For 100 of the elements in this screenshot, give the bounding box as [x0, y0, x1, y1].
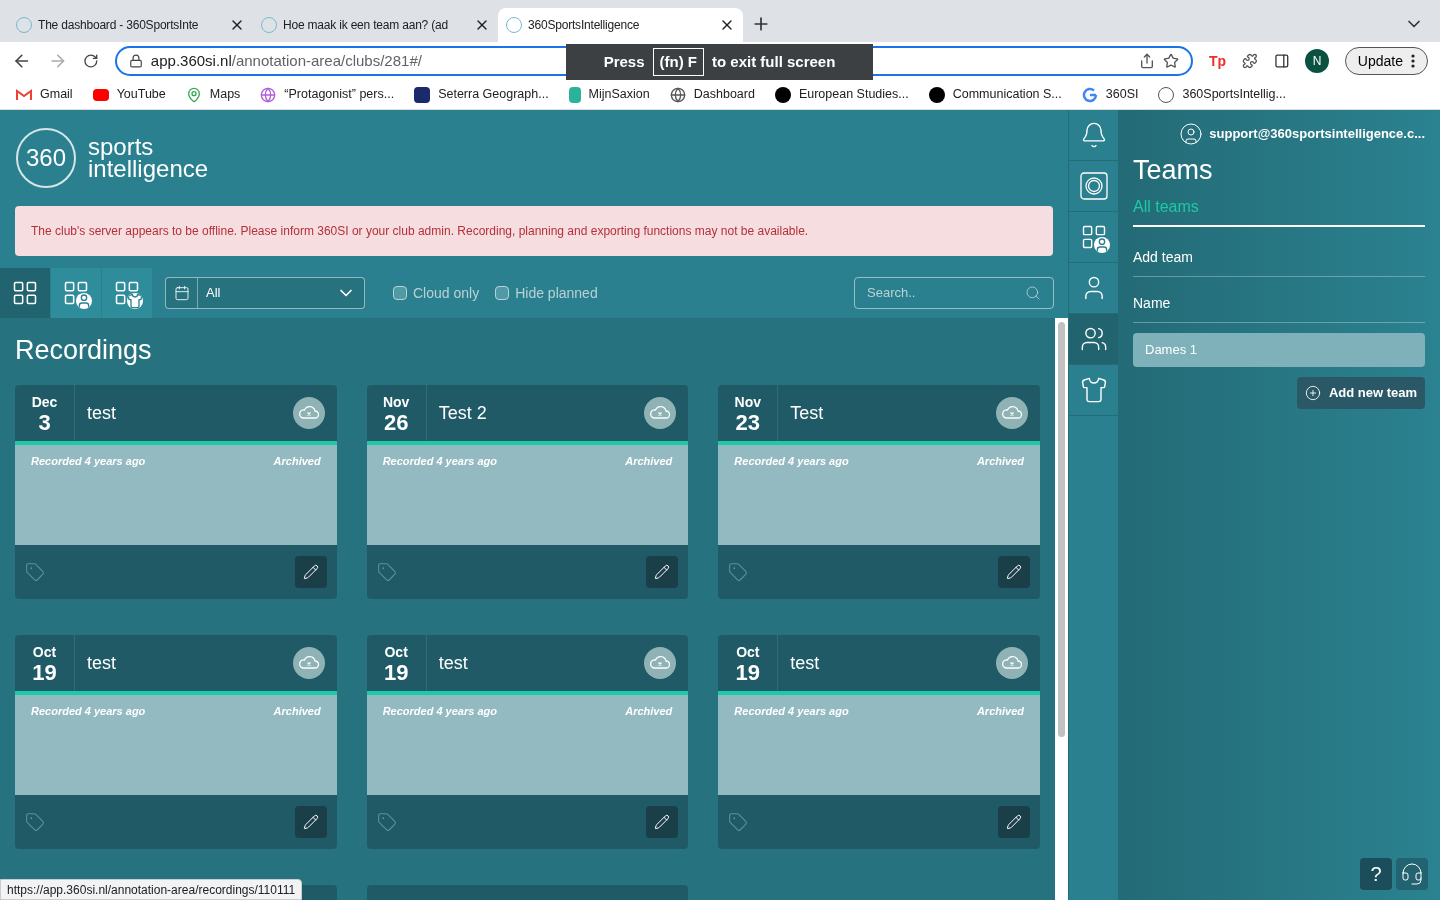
bookmark-link[interactable]: 360SI [1081, 85, 1139, 104]
tag-icon [25, 561, 45, 582]
view-toggle-button[interactable] [102, 268, 152, 318]
recording-card[interactable]: Dec 3 test Recorded 4 years ago Archived [15, 384, 337, 599]
grid-person-icon [62, 279, 90, 307]
cloud-offline-icon [996, 396, 1028, 429]
recording-card[interactable]: Oct 19 test Recorded 4 years ago Archived [15, 634, 337, 849]
recorded-time: Recorded 4 years ago [382, 703, 497, 719]
edit-button[interactable] [294, 805, 327, 838]
archive-status: Archived [625, 453, 673, 469]
bookmark-link[interactable]: Maps [185, 85, 241, 104]
bookmark-link[interactable]: YouTube [92, 85, 166, 104]
site-icon [414, 86, 431, 103]
reload-icon[interactable] [83, 53, 99, 69]
bookmark-link[interactable]: “Protagonist” pers... [260, 85, 395, 104]
add-new-team-button[interactable]: Add new team [1296, 376, 1425, 409]
browser-tab[interactable]: The dashboard - 360SportsInte [8, 8, 253, 42]
extension-logo[interactable]: Tp [1208, 51, 1226, 71]
search-engine-icon [1081, 86, 1098, 103]
tab-title: Hoe maak ik een team aan? (ad [283, 17, 449, 34]
cloud-offline-icon [644, 396, 677, 429]
date-day: 19 [32, 661, 57, 684]
pencil-icon [1006, 813, 1022, 830]
tag-icon [376, 561, 397, 582]
field-label: Name [1133, 292, 1425, 323]
user-email[interactable]: support@360sportsintelligence.c... [1209, 124, 1425, 144]
checkbox-label: Cloud only [413, 283, 480, 303]
bookmark-link[interactable]: European Studies... [774, 85, 909, 104]
period-select[interactable]: All [165, 277, 365, 309]
date-day: 19 [383, 661, 409, 684]
scrollbar-thumb[interactable] [1058, 322, 1065, 737]
browser-tab[interactable]: Hoe maak ik een team aan? (ad [253, 8, 498, 42]
filter-checkbox[interactable] [393, 286, 407, 300]
tag-icon [25, 811, 45, 832]
update-button[interactable]: Update [1344, 47, 1428, 75]
pencil-icon [302, 563, 319, 580]
filter-checkbox[interactable] [495, 286, 510, 300]
edit-button[interactable] [646, 805, 679, 838]
cloud-offline-icon [292, 646, 325, 679]
section-heading: Recordings [15, 334, 153, 367]
toast-text: Press [603, 51, 645, 72]
toast-text: to exit full screen [712, 51, 836, 72]
side-panel-icon[interactable] [1273, 53, 1290, 69]
recording-title: test [87, 651, 116, 675]
date-day: 26 [383, 411, 409, 434]
recording-card[interactable]: Oct 19 test Recorded 4 years ago Archived [366, 634, 689, 849]
recording-title: test [438, 651, 468, 675]
date-day: 19 [735, 661, 761, 684]
mail-icon [16, 88, 32, 101]
panel-title: Teams [1133, 154, 1214, 187]
calendar-icon [173, 285, 190, 301]
camera-icon [1079, 172, 1108, 200]
pencil-icon [1006, 563, 1022, 580]
extensions-icon[interactable] [1242, 53, 1258, 69]
grid-shirt-icon [113, 279, 141, 307]
recorded-time: Recorded 4 years ago [734, 703, 849, 719]
bookmark-link[interactable]: Dashboard [669, 85, 755, 104]
archive-status: Archived [976, 703, 1024, 719]
bookmark-link[interactable]: Gmail [16, 85, 73, 104]
tag-icon [376, 811, 397, 832]
lock-icon [128, 54, 143, 68]
edit-button[interactable] [998, 805, 1030, 838]
recording-card[interactable]: Nov 26 Test 2 Recorded 4 years ago Archived [366, 384, 689, 599]
edit-button[interactable] [294, 555, 327, 588]
date-month: Oct [32, 642, 57, 662]
star-icon[interactable] [1162, 53, 1179, 69]
date-month: Dec [31, 392, 58, 412]
browser-tab[interactable]: 360SportsIntelligence [498, 8, 743, 42]
recording-title: test [87, 401, 116, 425]
date-day: 23 [735, 411, 761, 434]
recording-title: test [790, 651, 820, 675]
pencil-icon [654, 563, 671, 580]
help-button[interactable]: ? [1360, 858, 1392, 890]
tab-title: The dashboard - 360SportsInte [38, 17, 200, 34]
archive-status: Archived [976, 453, 1024, 469]
grid-icon [11, 279, 39, 307]
recording-card[interactable]: Oct 19 test Recorded 4 years ago Archived [718, 634, 1040, 849]
globe-icon [260, 86, 277, 103]
profile-avatar[interactable]: N [1305, 49, 1329, 73]
view-toggle-button[interactable] [51, 268, 101, 318]
bookmark-link[interactable]: MijnSaxion [568, 85, 650, 104]
map-pin-icon [185, 86, 202, 103]
recording-title: Test 2 [438, 401, 487, 425]
site-icon [774, 86, 791, 103]
edit-button[interactable] [998, 555, 1030, 588]
date-month: Oct [736, 642, 760, 662]
bookmark-link[interactable]: Communication S... [928, 85, 1062, 104]
user-avatar-icon [1179, 122, 1204, 146]
logo-mark: 360 [16, 128, 76, 188]
pencil-icon [654, 813, 671, 830]
view-toggle-button[interactable] [0, 268, 50, 318]
edit-button[interactable] [646, 555, 679, 588]
bookmark-link[interactable]: Seterra Geograph... [414, 85, 549, 104]
share-icon[interactable] [1138, 53, 1155, 69]
date-day: 3 [38, 411, 51, 434]
bookmark-link[interactable]: 360SportsIntellig... [1158, 85, 1286, 104]
search-icon [1025, 285, 1041, 301]
support-button[interactable] [1396, 858, 1428, 890]
recording-card[interactable]: Nov 23 Test Recorded 4 years ago Archived [718, 384, 1040, 599]
pencil-icon [302, 813, 319, 830]
